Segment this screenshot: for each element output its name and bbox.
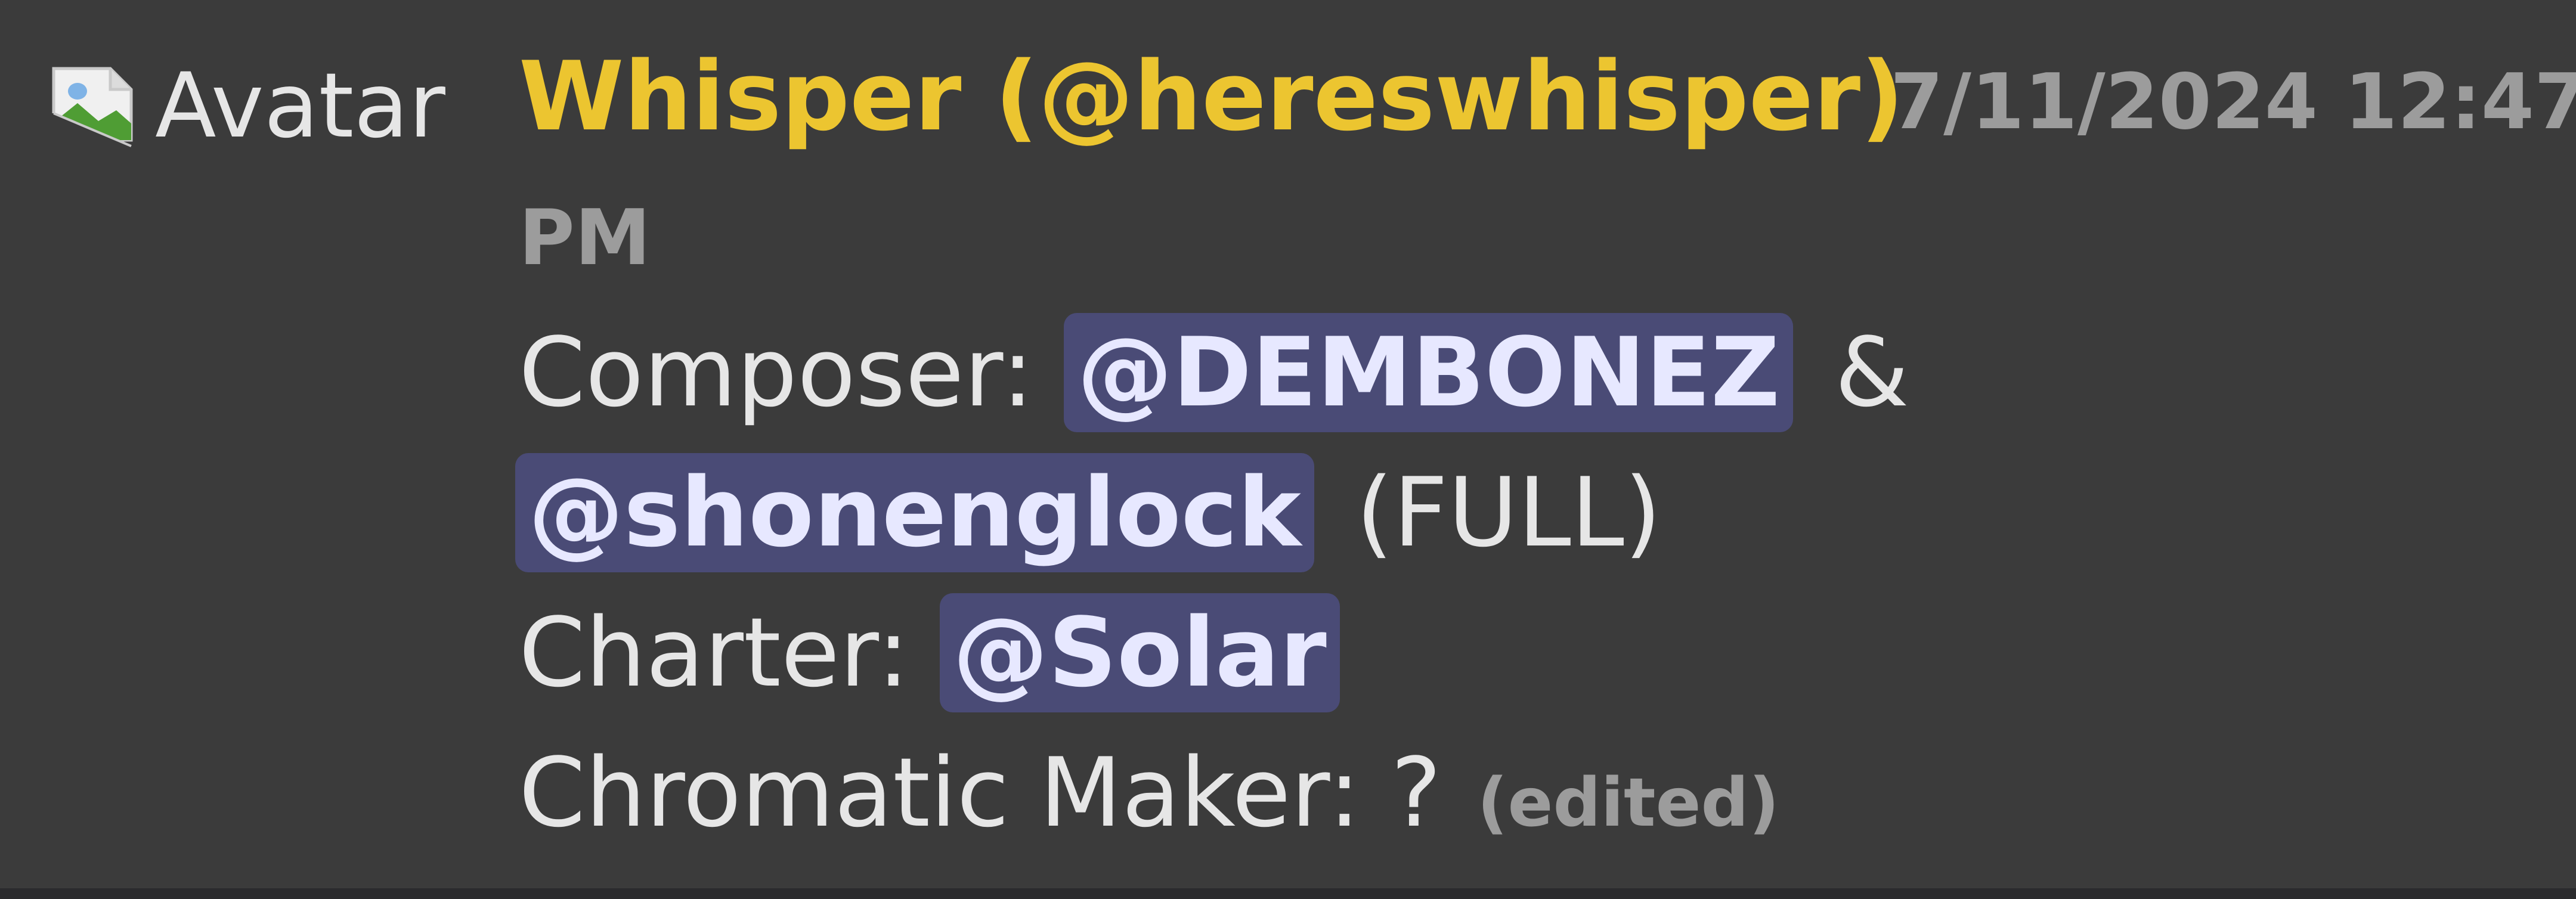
broken-image-icon	[42, 67, 133, 152]
user-mention[interactable]: @DEMBONEZ	[1064, 313, 1793, 432]
line-connector: &	[1834, 317, 1909, 428]
message-line: Chromatic Maker: ? (edited)	[519, 733, 1779, 863]
author-name[interactable]: Whisper (@hereswhisper)	[519, 37, 1904, 156]
edited-indicator: (edited)	[1477, 764, 1779, 842]
line-label: Charter:	[519, 597, 909, 708]
user-mention[interactable]: @shonenglock	[515, 453, 1314, 572]
timestamp-continued[interactable]: PM	[519, 191, 651, 286]
message-line: @shonenglock (FULL)	[515, 453, 1662, 572]
message-divider	[0, 888, 2576, 899]
message-line: Charter: @Solar	[519, 593, 1340, 712]
timestamp[interactable]: 7/11/2024 12:47	[1890, 55, 2576, 150]
line-label: Chromatic Maker: ?	[519, 737, 1442, 848]
chat-message: Avatar Whisper (@hereswhisper) 7/11/2024…	[0, 0, 2576, 888]
avatar[interactable]: Avatar	[42, 57, 483, 158]
user-mention[interactable]: @Solar	[939, 593, 1340, 712]
line-suffix: (FULL)	[1355, 457, 1662, 568]
line-label: Composer:	[519, 317, 1034, 428]
avatar-alt-text: Avatar	[155, 54, 445, 158]
message-line: Composer: @DEMBONEZ &	[519, 313, 1909, 432]
